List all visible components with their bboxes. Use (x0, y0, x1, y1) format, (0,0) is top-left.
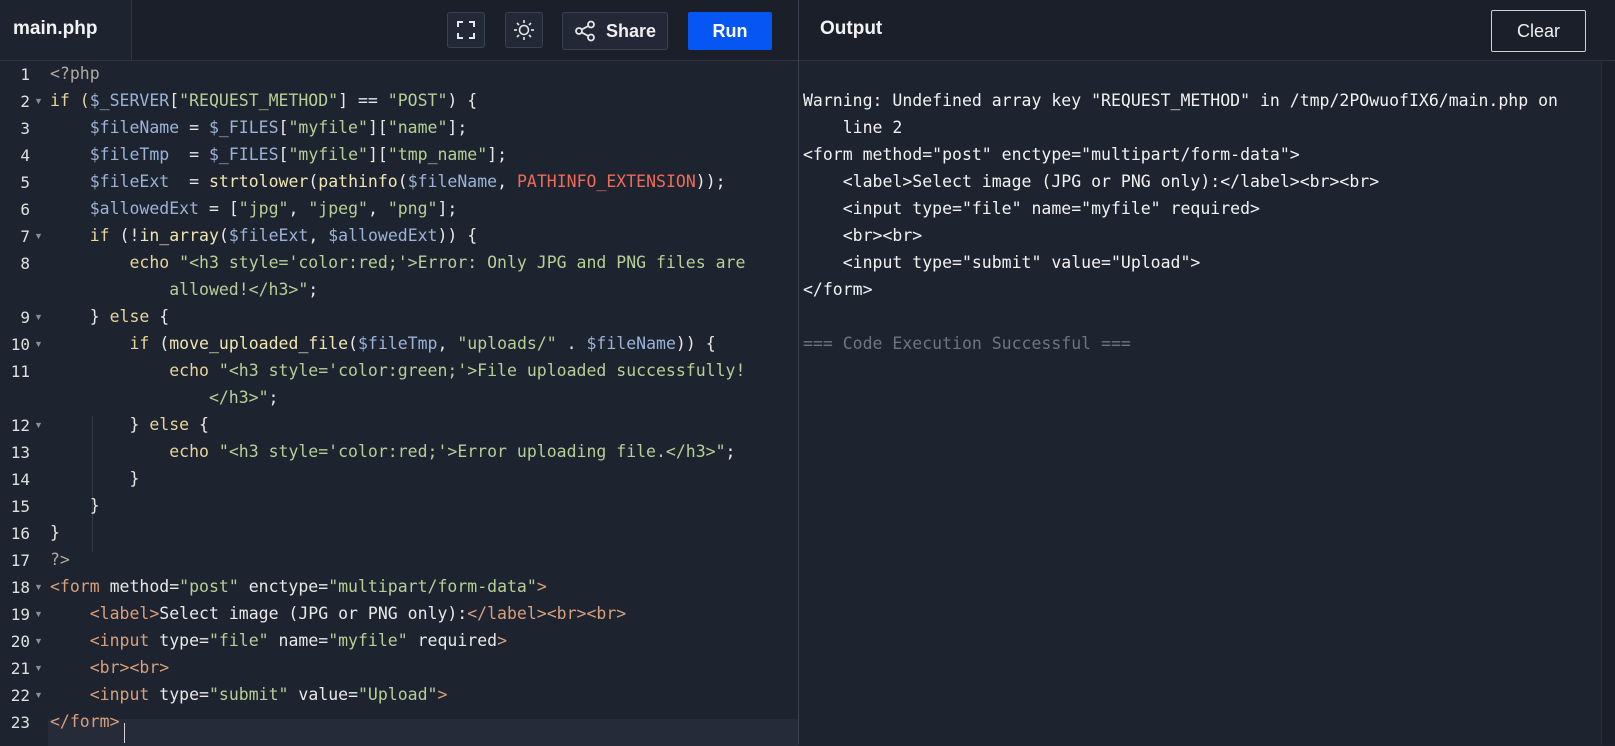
line-number: 16 (10, 524, 30, 543)
line-number: 4 (20, 146, 30, 165)
line-number: 18 (10, 578, 30, 597)
code-line: $allowedExt = ["jpg", "jpeg", "png"]; (89, 199, 458, 218)
line-number: 5 (20, 173, 30, 192)
fold-arrow-icon[interactable]: ▼ (34, 96, 43, 106)
code-line: } (50, 523, 60, 542)
share-icon (575, 20, 595, 42)
top-bar: main.php Share Run Output Clear (0, 0, 1615, 61)
fold-arrow-icon[interactable]: ▼ (34, 339, 43, 349)
run-button[interactable]: Run (688, 12, 772, 50)
line-number: 20 (10, 632, 30, 651)
output-line: line 2 (803, 118, 903, 137)
output-line: <label>Select image (JPG or PNG only):</… (803, 172, 1380, 191)
code-line: } else { (50, 415, 209, 434)
line-number-gutter: 1 2 ▼ 3 4 5 6 7 ▼ 8 9 ▼ 10 ▼ 11 12 ▼ 13 … (0, 61, 48, 745)
code-line: ?> (50, 550, 70, 569)
code-line: <?php (50, 64, 100, 83)
output-title: Output (820, 18, 883, 39)
line-number: 10 (10, 335, 30, 354)
code-line: } else { (50, 307, 170, 326)
fullscreen-icon (457, 21, 475, 39)
code-line: if ($_SERVER["REQUEST_METHOD"] == "POST"… (50, 91, 478, 110)
code-line: } (50, 496, 100, 515)
file-tab-label: main.php (13, 18, 98, 39)
code-line: if (!in_array($fileExt, $allowedExt)) { (89, 226, 478, 245)
code-line: $fileTmp = $_FILES["myfile"]["tmp_name"]… (89, 145, 508, 164)
line-number: 13 (10, 443, 30, 462)
fold-arrow-icon[interactable]: ▼ (34, 609, 43, 619)
fullscreen-button[interactable] (447, 12, 485, 48)
fold-arrow-icon[interactable]: ▼ (34, 582, 43, 592)
line-number: 11 (10, 362, 30, 381)
line-number: 21 (10, 659, 30, 678)
line-number: 1 (20, 65, 30, 84)
code-line: echo "<h3 style='color:red;'>Error uploa… (169, 442, 736, 461)
fold-arrow-icon[interactable]: ▼ (34, 636, 43, 646)
fold-arrow-icon[interactable]: ▼ (34, 690, 43, 700)
share-label: Share (605, 20, 657, 41)
line-number: 7 (20, 227, 30, 246)
code-line-wrap: </h3>"; (50, 388, 279, 407)
line-number: 9 (20, 308, 30, 327)
line-number: 14 (10, 470, 30, 489)
code-line: echo "<h3 style='color:red;'>Error: Only… (129, 253, 746, 272)
code-line: <form method="post" enctype="multipart/f… (50, 577, 547, 596)
line-number: 19 (10, 605, 30, 624)
fold-arrow-icon[interactable]: ▼ (34, 231, 43, 241)
line-number: 2 (20, 92, 30, 111)
output-line: </form> (803, 280, 873, 299)
share-button[interactable]: Share (562, 12, 668, 50)
text-cursor (124, 723, 125, 743)
code-line: <br><br> (89, 658, 170, 677)
code-editor[interactable]: 1 2 ▼ 3 4 5 6 7 ▼ 8 9 ▼ 10 ▼ 11 12 ▼ 13 … (0, 61, 798, 746)
line-number: 8 (20, 254, 30, 273)
code-line: $fileName = $_FILES["myfile"]["name"]; (89, 118, 468, 137)
output-line: <input type="submit" value="Upload"> (803, 253, 1201, 272)
output-scrollbar[interactable] (1601, 61, 1615, 745)
code-line: <input type="file" name="myfile" require… (89, 631, 508, 650)
fold-arrow-icon[interactable]: ▼ (34, 312, 43, 322)
output-panel: Warning: Undefined array key "REQUEST_ME… (799, 61, 1615, 745)
line-number: 17 (10, 551, 30, 570)
fold-arrow-icon[interactable]: ▼ (34, 663, 43, 673)
code-line: <input type="submit" value="Upload"> (89, 685, 448, 704)
code-line: } (50, 469, 140, 488)
code-line-wrap: allowed!</h3>"; (50, 280, 319, 299)
output-line: <input type="file" name="myfile" require… (803, 199, 1260, 218)
sun-icon (514, 20, 534, 40)
code-line: $fileExt = strtolower(pathinfo($fileName… (89, 172, 726, 191)
execution-status: === Code Execution Successful === (803, 334, 1131, 353)
line-number: 3 (20, 119, 30, 138)
code-line: echo "<h3 style='color:green;'>File uplo… (169, 361, 746, 380)
code-line: </form> (50, 712, 120, 731)
fold-arrow-icon[interactable]: ▼ (34, 420, 43, 430)
line-number: 12 (10, 416, 30, 435)
theme-toggle-button[interactable] (505, 12, 543, 48)
code-line: if (move_uploaded_file($fileTmp, "upload… (129, 334, 716, 353)
output-line: <form method="post" enctype="multipart/f… (803, 145, 1300, 164)
active-line-highlight (48, 719, 798, 746)
code-line: <label>Select image (JPG or PNG only):</… (89, 604, 627, 623)
line-number: 6 (20, 200, 30, 219)
file-tab[interactable]: main.php (0, 0, 132, 60)
line-number: 22 (10, 686, 30, 705)
line-number: 23 (10, 713, 30, 732)
line-number: 15 (10, 497, 30, 516)
output-line: <br><br> (803, 226, 923, 245)
output-line: Warning: Undefined array key "REQUEST_ME… (803, 91, 1558, 110)
clear-button[interactable]: Clear (1491, 10, 1586, 52)
